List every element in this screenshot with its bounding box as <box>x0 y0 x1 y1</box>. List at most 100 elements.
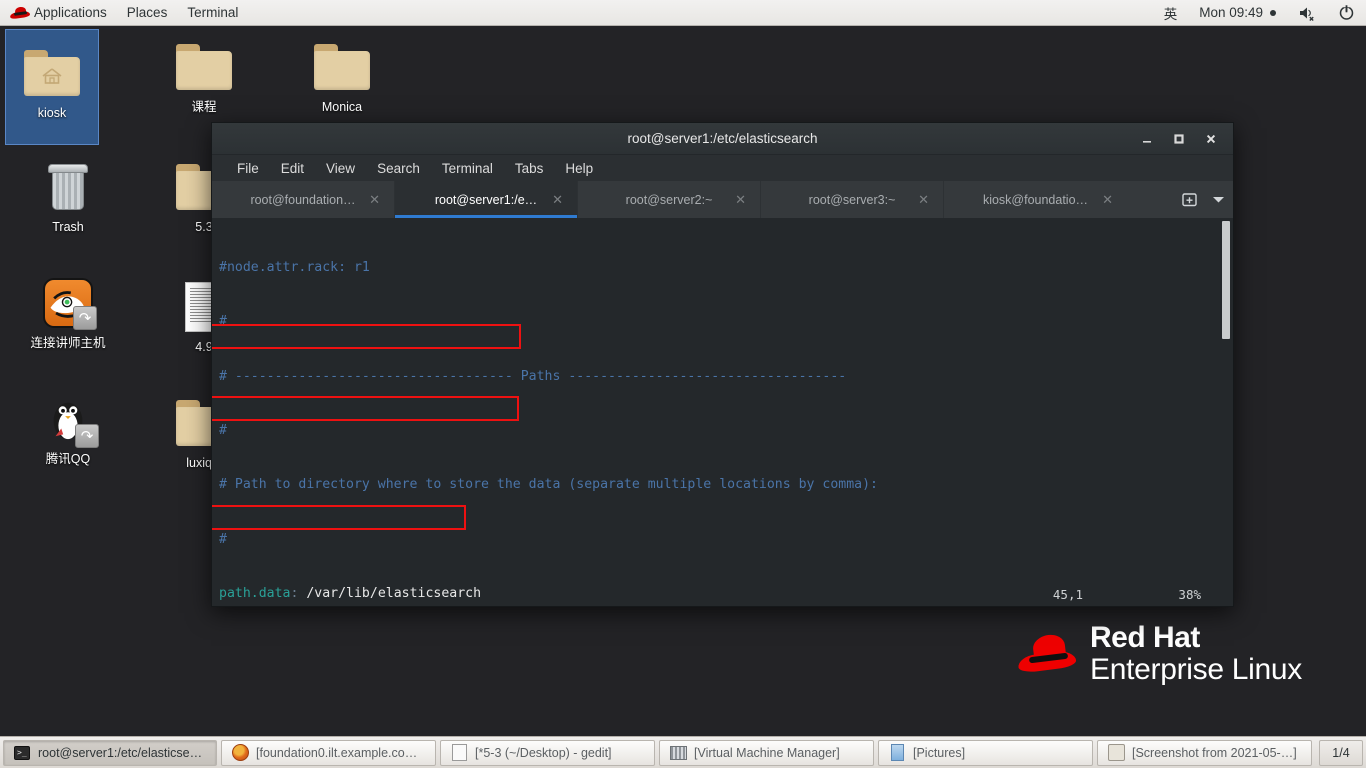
new-tab-button[interactable] <box>1181 191 1198 208</box>
power-icon <box>1339 5 1354 20</box>
clock[interactable]: Mon 09:49 <box>1188 0 1287 26</box>
taskbar-item-pictures[interactable]: [Pictures] <box>878 739 1093 766</box>
desktop-icon-monica[interactable]: Monica <box>296 36 388 115</box>
input-method-indicator[interactable]: 英 <box>1153 0 1189 26</box>
terminal-window[interactable]: root@server1:/etc/elasticsearch File Edi… <box>211 122 1234 607</box>
menu-tabs[interactable]: Tabs <box>504 155 555 181</box>
home-glyph-icon <box>42 68 62 84</box>
tab-label: root@server3:~ <box>808 192 896 207</box>
menu-terminal[interactable]: Terminal <box>431 155 504 181</box>
menu-search[interactable]: Search <box>366 155 431 181</box>
taskbar-item-vmm[interactable]: [Virtual Machine Manager] <box>659 739 874 766</box>
notification-dot-icon <box>1270 9 1276 16</box>
terminal-content[interactable]: #node.attr.rack: r1 # # ----------------… <box>212 219 1233 606</box>
home-folder-icon <box>6 42 98 104</box>
taskbar: >_ root@server1:/etc/elasticse… [foundat… <box>0 736 1366 768</box>
workspace-switcher[interactable]: 1/4 <box>1319 739 1363 766</box>
desktop-icon-kecheng[interactable]: 课程 <box>158 36 250 115</box>
tab-label: kiosk@foundatio… <box>982 192 1089 207</box>
tab-label: root@server2:~ <box>625 192 713 207</box>
places-menu-label: Places <box>126 5 168 20</box>
terminal-tab-3[interactable]: root@server3:~ ✕ <box>761 181 944 218</box>
tab-close-icon[interactable]: ✕ <box>918 192 929 208</box>
tabbar-actions <box>1173 181 1233 218</box>
tab-close-icon[interactable]: ✕ <box>735 192 746 208</box>
terminal-scrollbar[interactable] <box>1221 221 1231 604</box>
terminal-tab-4[interactable]: kiosk@foundatio… ✕ <box>944 181 1127 218</box>
file-manager-icon <box>888 744 906 762</box>
clock-label: Mon 09:49 <box>1199 5 1263 20</box>
terminal-line: # Path to directory where to store the d… <box>219 477 878 493</box>
rhel-branding: Red Hat Enterprise Linux <box>1017 621 1302 687</box>
menu-help[interactable]: Help <box>554 155 604 181</box>
menu-view[interactable]: View <box>315 155 366 181</box>
desktop-icon-trash[interactable]: Trash <box>22 156 114 235</box>
trash-icon <box>22 156 114 218</box>
window-title: root@server1:/etc/elasticsearch <box>627 131 818 146</box>
desktop-icon-label: Monica <box>321 100 363 114</box>
tab-label: root@server1:/e… <box>434 192 538 207</box>
volume-indicator[interactable] <box>1287 0 1327 26</box>
brand-line-1: Red Hat <box>1090 621 1200 654</box>
vnc-viewer-icon: ↷ <box>22 272 114 334</box>
desktop-screen: Applications Places Terminal 英 Mon 09:49 <box>0 0 1366 768</box>
close-button[interactable] <box>1195 125 1227 153</box>
tab-list-button[interactable] <box>1212 195 1225 204</box>
terminal-tab-1[interactable]: root@server1:/e… ✕ <box>395 181 578 218</box>
desktop-icon-kiosk[interactable]: kiosk <box>5 29 99 145</box>
terminal-text-lines: #node.attr.rack: r1 # # ----------------… <box>219 223 1217 606</box>
taskbar-item-terminal[interactable]: >_ root@server1:/etc/elasticse… <box>3 739 217 766</box>
terminal-titlebar[interactable]: root@server1:/etc/elasticsearch <box>212 123 1233 155</box>
vmm-icon <box>669 744 687 762</box>
taskbar-item-firefox[interactable]: [foundation0.ilt.example.co… <box>221 739 436 766</box>
desktop-icon-label: 课程 <box>191 100 217 114</box>
workspace-label: 1/4 <box>1332 745 1350 760</box>
tab-close-icon[interactable]: ✕ <box>1102 192 1113 208</box>
places-menu[interactable]: Places <box>117 0 178 26</box>
taskbar-item-label: root@server1:/etc/elasticse… <box>38 745 203 760</box>
terminal-line: # ----------------------------------- Pa… <box>219 368 847 384</box>
menu-edit[interactable]: Edit <box>270 155 315 181</box>
shortcut-arrow-icon: ↷ <box>73 306 97 330</box>
input-method-label: 英 <box>1163 6 1178 22</box>
folder-icon <box>158 36 250 98</box>
terminal-line: # <box>219 423 227 439</box>
shortcut-arrow-icon: ↷ <box>75 424 99 448</box>
desktop-icon-label: kiosk <box>37 106 67 120</box>
redhat-logo-icon <box>9 5 31 20</box>
maximize-icon <box>1174 134 1184 144</box>
taskbar-item-label: [foundation0.ilt.example.co… <box>256 745 418 760</box>
terminal-tab-0[interactable]: root@foundation… ✕ <box>212 181 395 218</box>
taskbar-item-label: [*5-3 (~/Desktop) - gedit] <box>475 745 612 760</box>
editor-status-line: 45,1 38% <box>212 584 1233 606</box>
terminal-menu[interactable]: Terminal <box>177 0 248 26</box>
folder-icon <box>296 36 388 98</box>
tab-close-icon[interactable]: ✕ <box>369 192 380 208</box>
scrollbar-thumb[interactable] <box>1222 221 1230 339</box>
minimize-button[interactable] <box>1131 125 1163 153</box>
terminal-line: # <box>219 531 227 547</box>
applications-menu-label: Applications <box>34 5 107 20</box>
scroll-percent: 38% <box>1178 586 1201 602</box>
tab-close-icon[interactable]: ✕ <box>552 192 563 208</box>
close-icon <box>1206 134 1216 144</box>
redhat-hat-icon <box>1017 633 1077 675</box>
minimize-icon <box>1143 141 1151 143</box>
desktop-icon-label: 腾讯QQ <box>45 452 91 466</box>
terminal-icon: >_ <box>13 744 31 762</box>
desktop-icon-qq[interactable]: ↷ 腾讯QQ <box>22 388 114 467</box>
maximize-button[interactable] <box>1163 125 1195 153</box>
taskbar-item-screenshot[interactable]: [Screenshot from 2021-05-…] <box>1097 739 1312 766</box>
taskbar-item-gedit[interactable]: [*5-3 (~/Desktop) - gedit] <box>440 739 655 766</box>
menu-file[interactable]: File <box>226 155 270 181</box>
terminal-line: #node.attr.rack: r1 <box>219 260 370 276</box>
taskbar-item-label: [Virtual Machine Manager] <box>694 745 840 760</box>
applications-menu[interactable]: Applications <box>0 0 117 26</box>
window-controls <box>1131 123 1227 155</box>
gedit-icon <box>450 744 468 762</box>
cursor-position: 45,1 <box>1052 586 1083 602</box>
top-panel-status-area: 英 Mon 09:49 <box>1153 0 1366 26</box>
terminal-tab-2[interactable]: root@server2:~ ✕ <box>578 181 761 218</box>
desktop-icon-connect-instructor[interactable]: ↷ 连接讲师主机 <box>22 272 114 351</box>
power-menu[interactable] <box>1327 0 1366 26</box>
